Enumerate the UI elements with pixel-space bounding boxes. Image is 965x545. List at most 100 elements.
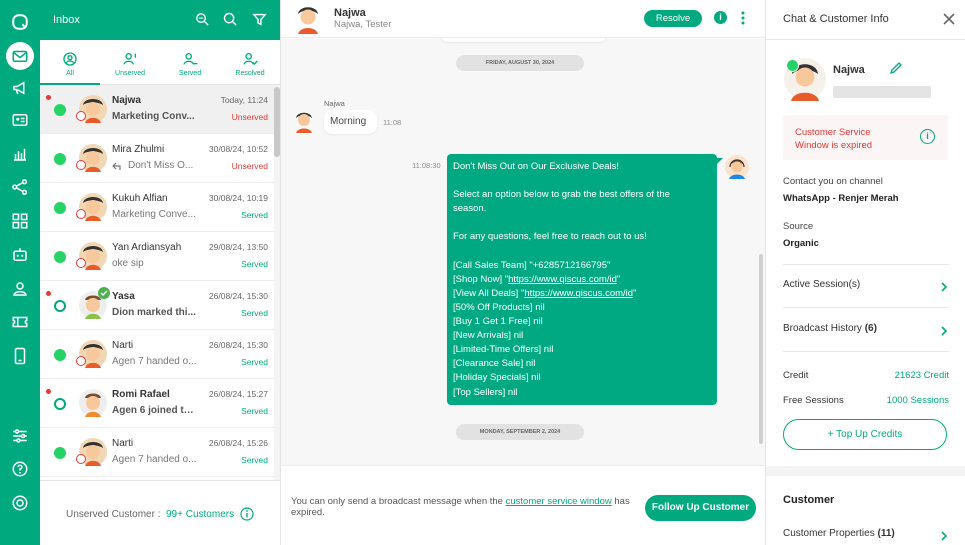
bubble-tail [717, 158, 723, 164]
date-separator: MONDAY, SEPTEMBER 2, 2024 [456, 424, 584, 440]
credit-value: 21623 Credit [894, 370, 949, 381]
status-badge: Served [241, 357, 268, 367]
customer-properties-link[interactable]: Customer Properties (11) [783, 528, 949, 545]
whatsapp-icon [786, 59, 799, 72]
customer-service-window-link[interactable]: customer service window [506, 496, 612, 507]
message-time: 11:08 [383, 118, 402, 127]
blocked-icon [76, 160, 86, 170]
last-message: oke sip [112, 258, 144, 269]
channel-label: Contact you on channel [783, 176, 883, 187]
close-icon[interactable] [943, 13, 955, 25]
contact-name: Najwa [112, 95, 141, 106]
sender-name: Najwa [324, 99, 345, 108]
flow-icon[interactable] [8, 175, 32, 199]
tab-all[interactable]: All [40, 40, 100, 85]
chat-contact-subtitle: Najwa, Tester [334, 19, 392, 30]
ticket-icon[interactable] [8, 310, 32, 334]
message-line: Don't Miss Out on Our Exclusive Deals! [453, 161, 620, 172]
conversation-row[interactable]: Kukuh Alfian 30/08/24, 10:19 Marketing C… [40, 183, 274, 232]
reply-icon [112, 162, 121, 170]
info-icon[interactable]: i [714, 11, 727, 24]
last-message: Agen 6 joined th... [112, 405, 198, 416]
customer-properties-label: Customer Properties [783, 528, 875, 539]
status-badge: Served [241, 210, 268, 220]
tab-served-label: Served [178, 70, 202, 77]
conversation-row[interactable]: Mira Zhulmi 30/08/24, 10:52 Don't Miss O… [40, 134, 274, 183]
tab-served[interactable]: Served [160, 40, 220, 85]
inbox-icon[interactable] [6, 42, 34, 70]
customer-name: Najwa [833, 64, 865, 76]
chat-header: Najwa Najwa, Tester Resolve i [281, 0, 765, 38]
conversation-row[interactable]: Yan Ardiansyah 29/08/24, 13:50 oke sip S… [40, 232, 274, 281]
follow-up-customer-button[interactable]: Follow Up Customer [645, 495, 756, 521]
last-message: Marketing Conv... [112, 111, 195, 122]
app-logo[interactable] [7, 9, 33, 35]
filter-icon[interactable] [251, 11, 268, 28]
blocked-icon [76, 258, 86, 268]
whatsapp-icon [54, 104, 66, 116]
whatsapp-icon [54, 153, 66, 165]
credit-label: Credit [783, 370, 809, 381]
status-badge: Unserved [231, 112, 268, 122]
message-line: [New Arrivals] nil [453, 330, 524, 342]
message-link-line[interactable]: [View All Deals] "https://www.qiscus.com… [453, 287, 711, 301]
tab-resolved[interactable]: Resolved [220, 40, 280, 85]
info-title: Chat & Customer Info [783, 13, 889, 25]
filter-search-icon[interactable] [194, 11, 211, 28]
unread-dot [46, 95, 51, 100]
conversation-row[interactable]: Yasa 26/08/24, 15:30 Dion marked thi... … [40, 281, 274, 330]
resolve-button[interactable]: Resolve [644, 10, 702, 27]
edit-icon[interactable] [889, 61, 903, 75]
user-alert-icon [123, 53, 136, 65]
notice-text: You can only send a broadcast message wh… [291, 496, 506, 507]
chart-icon[interactable] [8, 142, 32, 166]
help-icon[interactable] [8, 457, 32, 481]
app-root: Inbox All Unserved Served Resolved Najwa… [0, 0, 965, 545]
message-scrollbar[interactable] [759, 254, 763, 444]
conversation-scrollbar[interactable] [274, 85, 280, 480]
free-sessions-label: Free Sessions [783, 395, 844, 406]
section-divider [766, 466, 965, 476]
agent-icon[interactable] [8, 277, 32, 301]
scrollbar-thumb[interactable] [274, 87, 280, 157]
status-badge: Served [241, 259, 268, 269]
message-line: [Holiday Specials] nil [453, 372, 541, 384]
conversation-time: 26/08/24, 15:30 [208, 340, 268, 350]
last-message: Agen 7 handed o... [112, 454, 197, 465]
whatsapp-icon [54, 202, 66, 214]
broadcast-history-link[interactable]: Broadcast History (6) [783, 323, 949, 343]
megaphone-icon[interactable] [8, 76, 32, 100]
info-icon[interactable] [240, 507, 254, 521]
tab-resolved-label: Resolved [235, 70, 265, 77]
unserved-customer-count[interactable]: 99+ Customers [166, 509, 234, 520]
outgoing-message: Don't Miss Out on Our Exclusive Deals! S… [447, 154, 717, 405]
blocked-icon [76, 454, 86, 464]
chat-channel-icon [54, 398, 66, 410]
contact-card-icon[interactable] [8, 108, 32, 132]
conversation-row[interactable]: Romi Rafael 26/08/24, 15:27 Agen 6 joine… [40, 379, 274, 428]
avatar [79, 389, 107, 417]
settings-sliders-icon[interactable] [8, 424, 32, 448]
customer-heading: Customer [783, 494, 835, 506]
customer-properties-count: (11) [877, 528, 895, 539]
conversation-row[interactable]: Narti 26/08/24, 15:26 Agen 7 handed o...… [40, 428, 274, 477]
conversation-time: 30/08/24, 10:52 [208, 144, 268, 154]
more-vertical-icon[interactable] [740, 11, 746, 25]
robot-icon[interactable] [8, 243, 32, 267]
chat-contact-name: Najwa [334, 7, 366, 19]
message-line: [Call Sales Team] "+6285712166795" [453, 259, 611, 271]
message-link-line[interactable]: [Shop Now] "https://www.qiscus.com/id" [453, 273, 711, 287]
mobile-icon[interactable] [8, 344, 32, 368]
info-icon[interactable]: i [920, 129, 935, 144]
power-icon[interactable] [8, 491, 32, 515]
redacted-contact [833, 86, 931, 98]
top-up-credits-button[interactable]: + Top Up Credits [783, 419, 947, 450]
apps-icon[interactable] [8, 209, 32, 233]
tab-unserved[interactable]: Unserved [100, 40, 160, 85]
contact-name: Yasa [112, 291, 135, 302]
active-sessions-link[interactable]: Active Session(s) [783, 279, 949, 299]
conversation-row[interactable]: Najwa Today, 11:24 Marketing Conv... Uns… [40, 85, 274, 134]
conversation-row[interactable]: Narti 26/08/24, 15:30 Agen 7 handed o...… [40, 330, 274, 379]
search-icon[interactable] [222, 11, 239, 28]
broadcast-history-count: (6) [864, 323, 877, 334]
